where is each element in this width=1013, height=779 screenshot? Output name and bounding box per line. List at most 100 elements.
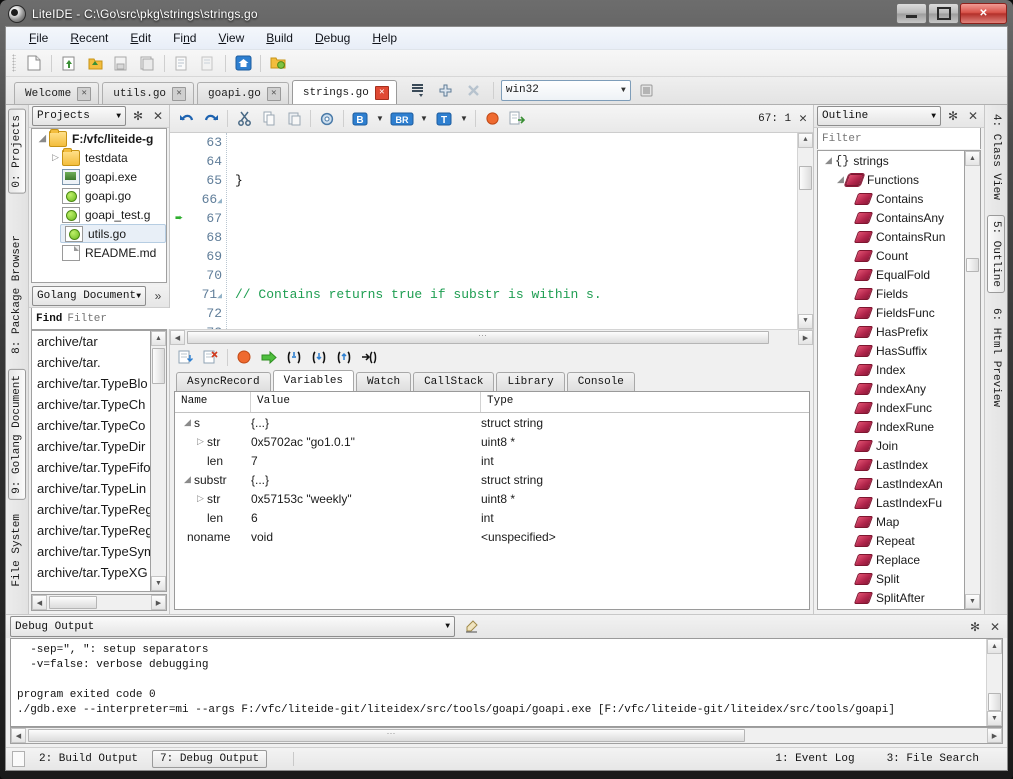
text-dropdown-button[interactable]: ▼ — [457, 107, 471, 131]
list-item[interactable]: archive/tar — [32, 331, 150, 352]
scrollbar-thumb[interactable] — [966, 258, 979, 272]
sidebar-tab-projects[interactable]: 0: Projects — [8, 109, 26, 194]
breakpoint-margin[interactable]: ➨ — [170, 133, 188, 329]
list-item[interactable]: archive/tar.TypeReg — [32, 520, 150, 541]
expander-icon[interactable]: ◢ — [181, 474, 194, 485]
debug-tab-watch[interactable]: Watch — [356, 372, 411, 391]
status-button-file-search[interactable]: 3: File Search — [879, 750, 987, 768]
breakpoint-list-button[interactable]: BR — [388, 107, 416, 131]
export-button[interactable] — [505, 107, 529, 131]
expander-icon[interactable]: ▷ — [194, 436, 207, 447]
outline-group-functions[interactable]: ◢ Functions — [818, 170, 964, 189]
list-item[interactable]: archive/tar.TypeCo — [32, 415, 150, 436]
editor-tab-utils-go[interactable]: utils.go ✕ — [102, 82, 194, 104]
close-file-button[interactable] — [170, 51, 194, 75]
toggle-breakpoint-button[interactable] — [480, 107, 504, 131]
scroll-up-icon[interactable]: ▲ — [798, 133, 813, 148]
table-row[interactable]: noname void <unspecified> — [175, 527, 809, 546]
table-row[interactable]: ◢s {...} struct string — [175, 413, 809, 432]
outline-vscrollbar[interactable]: ▲ ▼ — [964, 150, 981, 610]
menu-build[interactable]: Build — [255, 29, 304, 47]
tree-item-goapi-go[interactable]: goapi.go — [32, 186, 166, 205]
editor-tab-welcome[interactable]: Welcome ✕ — [14, 82, 99, 104]
scroll-right-icon[interactable]: ▶ — [798, 330, 813, 345]
sidebar-tab-outline[interactable]: 5: Outline — [987, 215, 1005, 293]
copy-button[interactable] — [257, 107, 281, 131]
menu-edit[interactable]: Edit — [119, 29, 162, 47]
undo-button[interactable] — [174, 107, 198, 131]
expander-icon[interactable]: ◢ — [822, 155, 835, 166]
stop-debug-button[interactable] — [232, 345, 256, 369]
sidebar-tab-file-system[interactable]: File System — [9, 509, 25, 592]
status-button-event-log[interactable]: 1: Event Log — [767, 750, 862, 768]
clear-output-button[interactable] — [459, 615, 483, 639]
outline-item-indexany[interactable]: IndexAny — [818, 379, 964, 398]
close-icon[interactable]: ✕ — [799, 111, 807, 126]
sidebar-tab-class-view[interactable]: 4: Class View — [988, 109, 1004, 205]
close-all-tabs-button[interactable] — [462, 78, 486, 102]
table-row[interactable]: len 6 int — [175, 508, 809, 527]
outline-item-lastindexany[interactable]: LastIndexAn — [818, 474, 964, 493]
list-item[interactable]: archive/tar.TypeFifo — [32, 457, 150, 478]
remove-all-breakpoints-button[interactable] — [199, 345, 223, 369]
sidebar-tab-package-browser[interactable]: 8: Package Browser — [9, 230, 25, 359]
tree-item-root[interactable]: ◢ F:/vfc/liteide-g — [32, 129, 166, 148]
scroll-up-icon[interactable]: ▲ — [965, 151, 980, 166]
table-row[interactable]: ▷str 0x5702ac "go1.0.1" uint8 * — [175, 432, 809, 451]
gear-icon[interactable]: ✻ — [945, 108, 961, 124]
outline-item-index[interactable]: Index — [818, 360, 964, 379]
outline-item-count[interactable]: Count — [818, 246, 964, 265]
menu-find[interactable]: Find — [162, 29, 207, 47]
tab-list-button[interactable] — [406, 78, 430, 102]
projects-combo[interactable]: Projects ▼ — [32, 106, 126, 126]
tree-item-goapi-test-go[interactable]: goapi_test.g — [32, 205, 166, 224]
save-all-button[interactable] — [135, 51, 159, 75]
fold-icon[interactable]: ◢ — [217, 197, 222, 206]
list-item[interactable]: archive/tar.TypeDir — [32, 436, 150, 457]
golang-document-vscrollbar[interactable]: ▲ ▼ — [150, 330, 167, 592]
minimize-button[interactable] — [896, 3, 927, 24]
list-item[interactable]: archive/tar.TypeLin — [32, 478, 150, 499]
list-item[interactable]: archive/tar.TypeSym — [32, 541, 150, 562]
home-button[interactable] — [231, 51, 255, 75]
close-icon[interactable]: ✕ — [987, 619, 1003, 635]
bookmark-dropdown-button[interactable]: ▼ — [373, 107, 387, 131]
scrollbar-thumb[interactable] — [49, 596, 97, 609]
menu-file[interactable]: File — [18, 29, 59, 47]
code-view[interactable]: ➨ 63 64 65 66◢ 67 68 69 70 71◢ 72 — [170, 133, 813, 329]
outline-item-containsany[interactable]: ContainsAny — [818, 208, 964, 227]
scroll-right-icon[interactable]: ▶ — [151, 595, 166, 610]
table-row[interactable]: len 7 int — [175, 451, 809, 470]
list-item[interactable]: archive/tar.TypeXG — [32, 562, 150, 583]
table-row[interactable]: ◢substr {...} struct string — [175, 470, 809, 489]
scrollbar-thumb[interactable] — [988, 693, 1001, 711]
outline-item-map[interactable]: Map — [818, 512, 964, 531]
editor-hscrollbar[interactable]: ◀ ⋯ ▶ — [170, 329, 813, 345]
outline-item-lastindexfunc[interactable]: LastIndexFu — [818, 493, 964, 512]
editor-tab-goapi-go[interactable]: goapi.go ✕ — [197, 82, 289, 104]
tree-item-utils-go[interactable]: utils.go — [60, 224, 166, 243]
menu-recent[interactable]: Recent — [59, 29, 119, 47]
sidebar-tab-html-preview[interactable]: 6: Html Preview — [988, 303, 1004, 412]
golang-document-hscrollbar[interactable]: ◀ ▶ — [31, 594, 167, 611]
continue-button[interactable] — [257, 345, 281, 369]
scrollbar-thumb[interactable]: ⋯ — [28, 729, 745, 742]
outline-root-strings[interactable]: ◢ {} strings — [818, 151, 964, 170]
scroll-right-icon[interactable]: ▶ — [987, 728, 1002, 743]
outline-combo[interactable]: Outline ▼ — [817, 106, 941, 126]
scroll-down-icon[interactable]: ▼ — [798, 314, 813, 329]
outline-item-contains[interactable]: Contains — [818, 189, 964, 208]
outline-item-equalfold[interactable]: EqualFold — [818, 265, 964, 284]
bookmark-button[interactable]: B — [348, 107, 372, 131]
outline-item-hasprefix[interactable]: HasPrefix — [818, 322, 964, 341]
paste-button[interactable] — [282, 107, 306, 131]
debug-tab-library[interactable]: Library — [496, 372, 564, 391]
add-tab-button[interactable] — [434, 78, 458, 102]
editor-vscrollbar[interactable]: ▲ ▼ — [797, 133, 813, 329]
close-icon[interactable]: ✕ — [965, 108, 981, 124]
environment-settings-button[interactable] — [635, 78, 659, 102]
outline-item-lastindex[interactable]: LastIndex — [818, 455, 964, 474]
list-item[interactable]: archive/tar.TypeBlo — [32, 373, 150, 394]
close-icon[interactable]: ✕ — [172, 87, 186, 101]
toolbar-grip[interactable] — [12, 54, 16, 72]
